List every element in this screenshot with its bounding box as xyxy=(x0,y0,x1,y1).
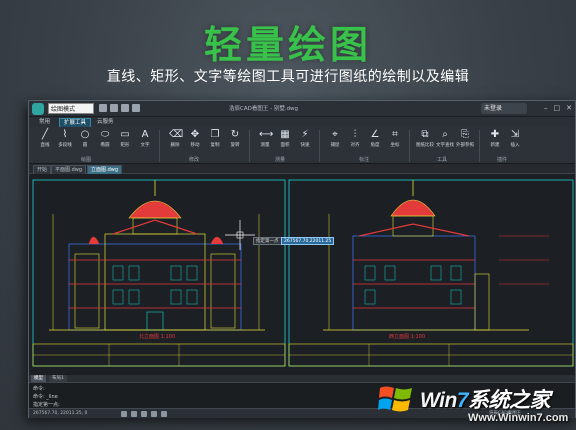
ribbon-toolbar: ╱ 直线 ⌇ 多段线 ○ 圆 ⬭ 椭圆 ▭ 矩形 A 文字 ⌫ 删除 ✥ 移动 ❐ 复制 ↻ 旋转 ⟷ 测量 ▦ 面积 ⚡ 快速 ⌖… xyxy=(29,127,575,164)
save-icon[interactable] xyxy=(110,104,118,112)
rectangle-icon: ▭ xyxy=(120,129,130,140)
grid-toggle-icon[interactable] xyxy=(121,411,127,417)
app-logo-icon[interactable] xyxy=(32,103,44,115)
angle-icon: ∠ xyxy=(370,129,380,140)
document-tabs: 开始 平面图.dwg 立面图.dwg xyxy=(29,164,575,174)
area-icon: ▦ xyxy=(280,129,290,140)
ribbon-group-label: 绘图 xyxy=(81,157,92,163)
coordinate-input[interactable]: 267567.70,22011.25 xyxy=(281,237,335,245)
doc-tab-start[interactable]: 开始 xyxy=(33,165,52,174)
login-button[interactable]: 未登录 xyxy=(481,103,527,114)
windows-logo-icon xyxy=(378,386,412,412)
redo-icon[interactable] xyxy=(132,104,140,112)
drawing-svg: 北立面图 1:100 西立面图 1:100 xyxy=(32,179,574,367)
window-title: 浩辰CAD看图王 - 别墅.dwg xyxy=(229,106,299,112)
window-controls: – □ ✕ xyxy=(544,104,572,113)
ortho-toggle-icon[interactable] xyxy=(131,411,137,417)
ribbon-tabs: 常用 扩展工具 云服务 xyxy=(29,117,575,127)
tool-label: 快速 xyxy=(300,143,310,148)
tool-label: 坐标 xyxy=(390,143,400,148)
move-icon: ✥ xyxy=(190,129,200,140)
coordinate-icon: ⌗ xyxy=(392,129,398,140)
tool-label: 旋转 xyxy=(230,143,240,148)
tab-common[interactable]: 常用 xyxy=(35,118,54,127)
circle-icon: ○ xyxy=(80,129,90,140)
drawing-canvas[interactable]: 北立面图 1:100 西立面图 1:100 指定第一点 267567.70,22… xyxy=(29,174,575,375)
minimize-icon[interactable]: – xyxy=(544,104,548,113)
quick-access-toolbar xyxy=(99,104,140,112)
left-sheet-label: 北立面图 1:100 xyxy=(139,333,175,340)
open-icon[interactable] xyxy=(99,104,107,112)
ellipse-icon: ⬭ xyxy=(100,129,110,140)
align-icon: ⫶ xyxy=(353,129,357,140)
tool-text-button[interactable]: A 文字 xyxy=(135,129,155,151)
ribbon-group-label: 测量 xyxy=(275,157,286,163)
tool-coordinate-button[interactable]: ⌗ 坐标 xyxy=(385,129,405,151)
text-icon: A xyxy=(141,129,149,140)
rotate-icon: ↻ xyxy=(230,129,240,140)
polyline-icon: ⌇ xyxy=(62,129,68,140)
cad-app-window: 绘图模式 浩辰CAD看图王 - 别墅.dwg 未登录 – □ ✕ 常用 扩展工具… xyxy=(28,100,576,418)
mode-dropdown[interactable]: 绘图模式 xyxy=(48,103,94,114)
tab-extensions[interactable]: 扩展工具 xyxy=(59,118,92,127)
close-icon[interactable]: ✕ xyxy=(566,104,572,113)
xref-icon: ⎘ xyxy=(461,129,469,140)
tool-xref-button[interactable]: ⎘ 外部参照 xyxy=(455,129,475,151)
watermark-brand: Win7系统之家 xyxy=(420,389,551,412)
tab-layout1[interactable]: 布局1 xyxy=(49,375,67,382)
crosshair-cursor xyxy=(225,220,255,250)
compare-icon: ⧉ xyxy=(421,129,429,140)
tab-model[interactable]: 模型 xyxy=(31,375,46,382)
winwin7-watermark: Win7系统之家 Www.Winwin7.com xyxy=(378,380,576,430)
left-building-elevation xyxy=(49,180,265,331)
osnap-toggle-icon[interactable] xyxy=(151,411,157,417)
measure-icon: ⟷ xyxy=(259,129,274,140)
new-icon: ✚ xyxy=(490,129,500,140)
tool-insert-button[interactable]: ⇲ 插入 xyxy=(505,129,525,151)
ribbon-group-label: 插件 xyxy=(497,157,508,163)
command-history-1: 命令: xyxy=(33,386,45,392)
ribbon-separator xyxy=(409,130,410,162)
promo-title: 轻量绘图 xyxy=(203,23,372,67)
title-bar: 绘图模式 浩辰CAD看图王 - 别墅.dwg 未登录 – □ ✕ xyxy=(29,101,575,117)
snap-icon: ⌖ xyxy=(332,129,338,140)
doc-tab-plan[interactable]: 平面图.dwg xyxy=(51,165,87,174)
snap-toggle-icon[interactable] xyxy=(141,411,147,417)
maximize-icon[interactable]: □ xyxy=(554,104,561,113)
ribbon-separator xyxy=(479,130,480,162)
ribbon-separator xyxy=(319,130,320,162)
insert-icon: ⇲ xyxy=(510,129,520,140)
erase-icon: ⌫ xyxy=(169,129,184,140)
doc-tab-elevation[interactable]: 立面图.dwg xyxy=(87,165,123,174)
tool-rotate-button[interactable]: ↻ 旋转 xyxy=(225,129,245,151)
promo-subtitle: 直线、矩形、文字等绘图工具可进行图纸的绘制以及编辑 xyxy=(106,69,470,85)
line-icon: ╱ xyxy=(41,129,49,140)
copy-icon: ❐ xyxy=(210,129,220,140)
tool-label: 文字 xyxy=(140,143,150,148)
tool-label: 插入 xyxy=(510,143,520,148)
lineweight-toggle-icon[interactable] xyxy=(161,411,167,417)
cursor-tooltip: 指定第一点 xyxy=(253,237,282,245)
watermark-url: Www.Winwin7.com xyxy=(468,412,569,424)
ribbon-separator xyxy=(249,130,250,162)
right-building-elevation xyxy=(323,180,549,331)
quick-icon: ⚡ xyxy=(301,129,309,140)
ribbon-group-label: 修改 xyxy=(189,157,200,163)
command-prompt[interactable]: 指定第一点: xyxy=(33,401,60,408)
tab-cloud[interactable]: 云服务 xyxy=(93,118,118,127)
ribbon-group-label: 工具 xyxy=(437,157,448,163)
right-sheet-label: 西立面图 1:100 xyxy=(389,333,425,340)
ribbon-group-label: 标注 xyxy=(359,157,370,163)
command-history-2: 命令: _line xyxy=(33,394,58,400)
undo-icon[interactable] xyxy=(121,104,129,112)
coordinate-readout: 267567.70, 22011.25, 0 xyxy=(33,411,88,416)
tool-quick-button[interactable]: ⚡ 快速 xyxy=(295,129,315,151)
tool-label: 外部参照 xyxy=(456,143,474,148)
find-text-icon: ⌕ xyxy=(442,129,448,140)
status-toggles xyxy=(121,411,167,417)
ribbon-separator xyxy=(159,130,160,162)
